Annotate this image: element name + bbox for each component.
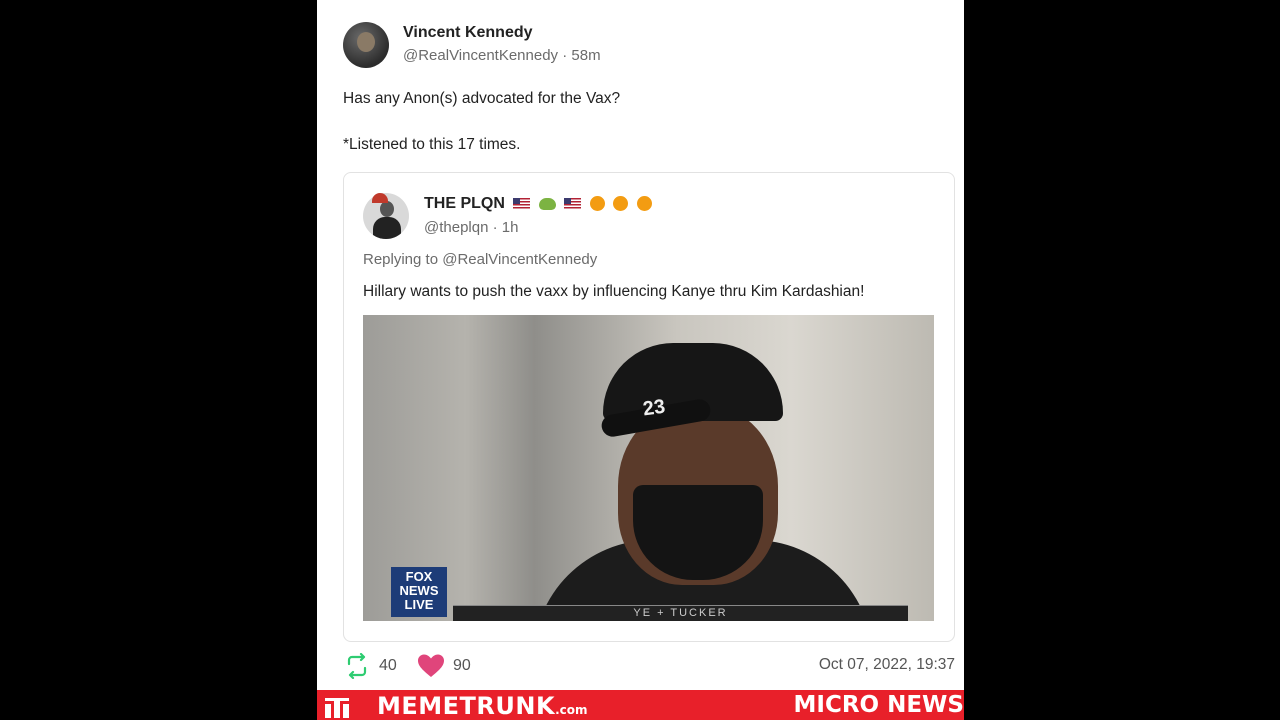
author-handle-time[interactable]: @RealVincentKennedy · 58m [403, 47, 601, 64]
like-button[interactable]: 90 [417, 653, 471, 679]
orange-icon [589, 196, 605, 212]
quoted-handle-time[interactable]: @theplqn · 1h [424, 219, 518, 236]
author-name[interactable]: Vincent Kennedy [403, 24, 533, 42]
quoted-text: Hillary wants to push the vaxx by influe… [363, 283, 865, 300]
micro-news-label: MICRO NEWS [793, 692, 965, 718]
post-text-line-2: *Listened to this 17 times. [343, 136, 521, 153]
lower-third-caption: YE + TUCKER [453, 605, 908, 621]
repost-count: 40 [379, 657, 397, 674]
heart-icon [418, 654, 444, 677]
video-thumbnail[interactable]: 23 FOX NEWS LIVE YE + TUCKER [363, 315, 934, 621]
orange-icon [636, 196, 652, 212]
post-text-line-1: Has any Anon(s) advocated for the Vax? [343, 90, 621, 107]
watermark-banner: MEMETRUNK.com MICRO NEWS [317, 690, 964, 720]
us-flag-icon [513, 198, 531, 210]
site-name-text: MEMETRUNK [377, 692, 556, 720]
fox-news-logo: FOX NEWS LIVE [391, 567, 447, 617]
post-actions: 40 90 Oct 07, 2022, 19:37 [343, 653, 955, 679]
frog-icon [538, 197, 556, 210]
memetrunk-logo-icon [325, 698, 349, 718]
quoted-post[interactable]: THE PLQN @theplqn · 1h Replying to @Real… [343, 172, 955, 642]
post-date[interactable]: Oct 07, 2022, 19:37 [819, 656, 955, 674]
repost-icon [347, 653, 367, 679]
replying-to[interactable]: Replying to @RealVincentKennedy [363, 251, 597, 268]
orange-icon [613, 196, 629, 212]
site-tld: .com [555, 703, 588, 717]
repost-button[interactable]: 40 [343, 653, 397, 679]
like-count: 90 [453, 657, 471, 674]
author-avatar[interactable] [343, 22, 389, 68]
cap-number: 23 [641, 395, 667, 421]
santa-hat-icon [372, 193, 388, 203]
post-card: Vincent Kennedy @RealVincentKennedy · 58… [317, 0, 964, 690]
quoted-author-name[interactable]: THE PLQN [424, 195, 652, 213]
us-flag-icon [564, 198, 582, 210]
quoted-author-name-text: THE PLQN [424, 195, 505, 212]
site-name: MEMETRUNK.com [377, 692, 588, 720]
